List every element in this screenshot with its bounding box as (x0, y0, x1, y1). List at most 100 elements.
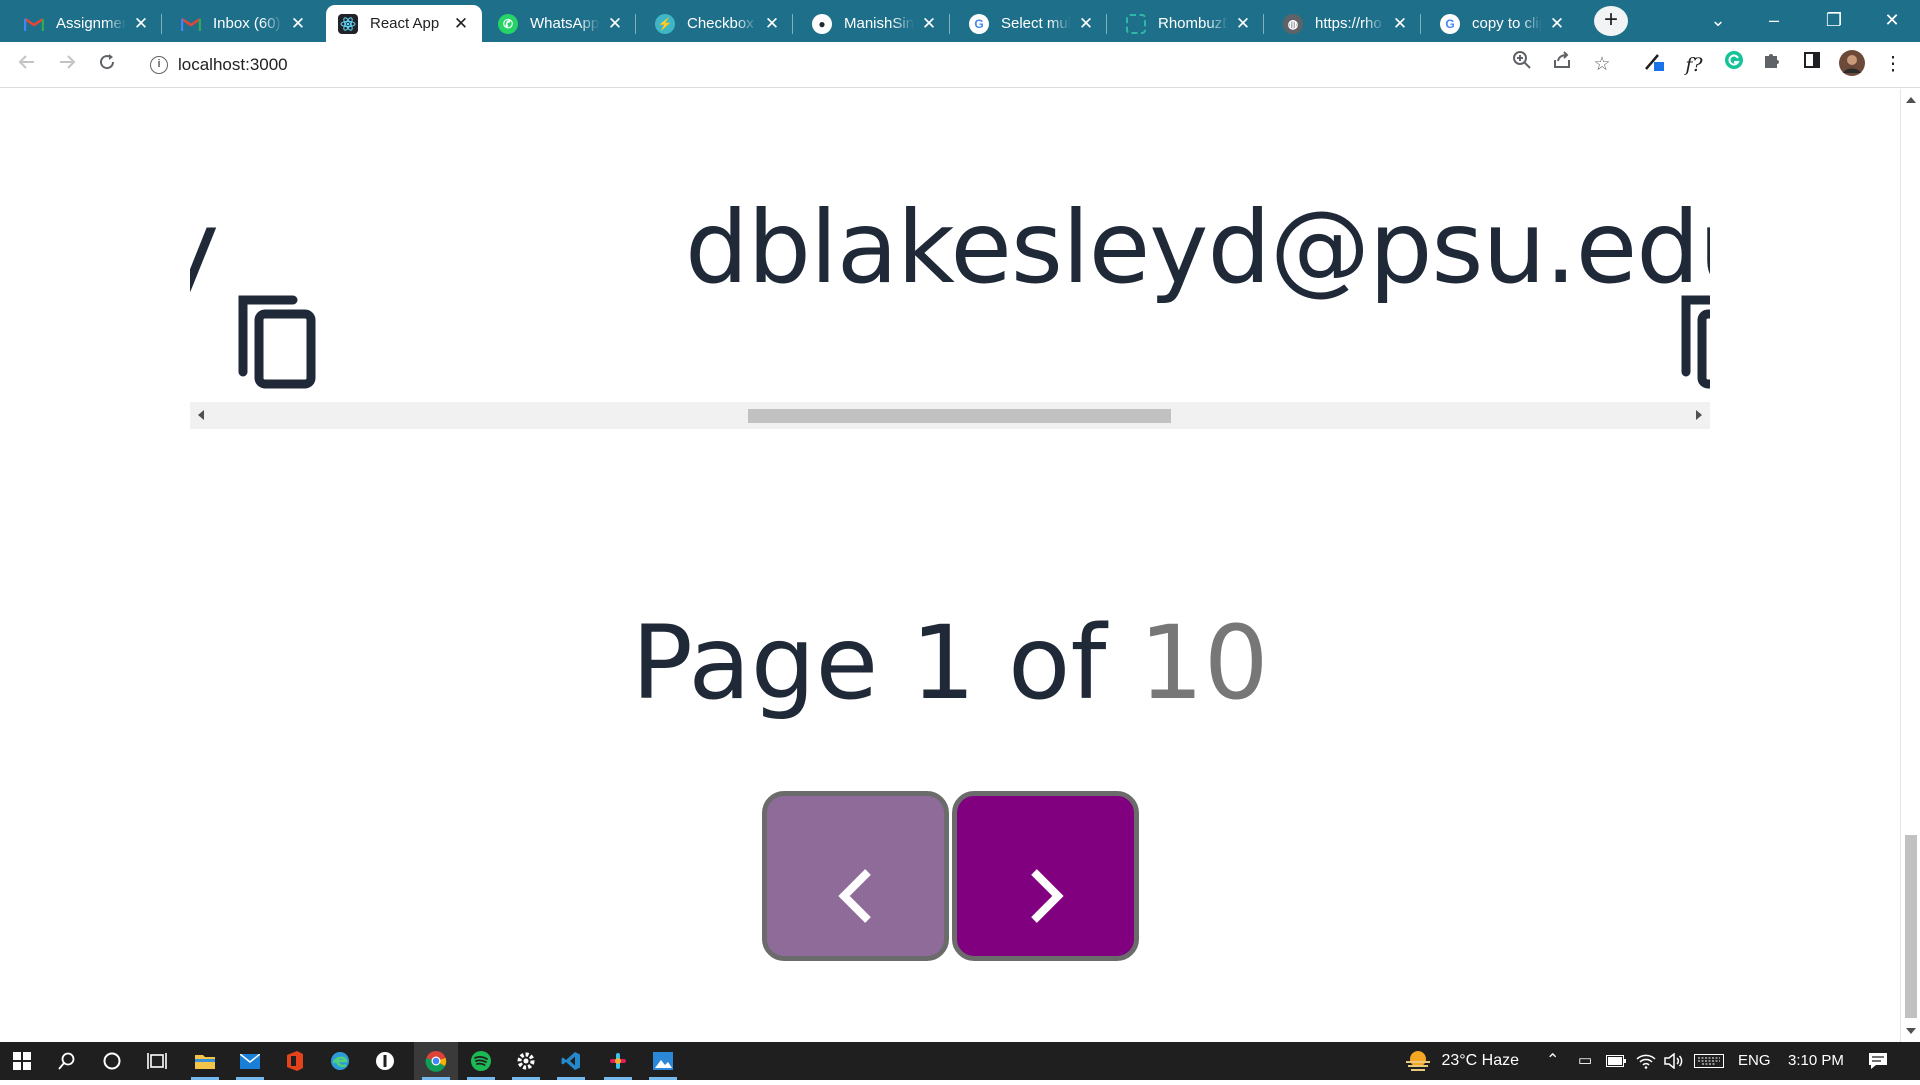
extensions-puzzle-icon[interactable] (1757, 50, 1787, 80)
close-icon[interactable]: ✕ (1077, 14, 1095, 34)
extension-pen-icon[interactable] (1639, 50, 1669, 80)
settings-gear-icon[interactable] (504, 1042, 548, 1080)
gmail-icon (181, 14, 201, 34)
reload-icon (100, 54, 115, 70)
tab-react-app[interactable]: React App ✕ (326, 5, 482, 42)
horizontal-scroll-thumb[interactable] (748, 409, 1171, 423)
close-icon[interactable]: ✕ (452, 14, 470, 34)
close-icon[interactable]: ✕ (763, 14, 781, 34)
close-icon[interactable]: ✕ (132, 14, 150, 34)
tab-select-multiple[interactable]: G Select mult ✕ (957, 5, 1107, 42)
address-bar[interactable]: i localhost:3000 (140, 48, 1535, 82)
browser-menu-icon[interactable]: ⋮ (1878, 50, 1908, 80)
vertical-scrollbar[interactable] (1900, 89, 1920, 1042)
close-icon[interactable]: ✕ (1391, 14, 1409, 34)
back-button[interactable] (12, 50, 42, 80)
arrow-left-icon (18, 55, 34, 69)
scroll-right-arrow-icon[interactable] (1696, 410, 1702, 420)
battery-icon[interactable] (1606, 1042, 1626, 1080)
windows-taskbar: 23°C Haze ⌃ ▭ ENG 3:10 PM (0, 1042, 1920, 1080)
page-indicator-label: Page 1 of (631, 604, 1107, 723)
chevron-right-icon (1030, 869, 1064, 923)
google-icon: G (969, 13, 989, 34)
browser-toolbar: i localhost:3000 ☆ f? ⋮ (0, 42, 1920, 88)
app-icon[interactable] (363, 1042, 407, 1080)
close-icon[interactable]: ✕ (1234, 14, 1252, 34)
tab-checkbox[interactable]: ⚡ Checkbox - ✕ (643, 5, 793, 42)
previous-page-button[interactable] (762, 791, 949, 961)
tab-github[interactable]: ● ManishSing ✕ (800, 5, 950, 42)
google-icon: G (1440, 13, 1460, 34)
tab-inbox[interactable]: Inbox (60) - ✕ (169, 5, 319, 42)
weather-text: 23°C Haze (1441, 1052, 1519, 1069)
tab-whatsapp[interactable]: ✆ WhatsApp ✕ (486, 5, 636, 42)
formula-extension-icon[interactable]: f? (1679, 50, 1709, 80)
scroll-down-arrow-icon[interactable] (1906, 1028, 1916, 1034)
bookmark-star-icon[interactable]: ☆ (1587, 50, 1617, 80)
tab-title: copy to clip (1472, 15, 1542, 32)
browser-tab-strip: Assignment ✕ Inbox (60) - ✕ React App ✕ … (0, 0, 1920, 42)
avatar[interactable] (1837, 50, 1867, 80)
horizontal-scrollbar[interactable] (190, 402, 1710, 429)
copy-icon[interactable] (1680, 292, 1710, 395)
reload-button[interactable] (92, 50, 122, 80)
photos-icon[interactable] (641, 1042, 685, 1080)
zoom-icon[interactable] (1507, 50, 1537, 80)
close-window-button[interactable]: ✕ (1864, 0, 1920, 42)
globe-icon: ◍ (1283, 13, 1303, 34)
vertical-scroll-thumb[interactable] (1905, 835, 1917, 1018)
next-page-button[interactable] (952, 791, 1139, 961)
bolt-icon: ⚡ (655, 13, 675, 34)
windows-start-icon[interactable] (0, 1042, 44, 1080)
tab-copy-to-clipboard[interactable]: G copy to clip ✕ (1428, 5, 1578, 42)
meet-now-icon[interactable]: ▭ (1578, 1042, 1592, 1080)
scroll-up-arrow-icon[interactable] (1906, 97, 1916, 103)
file-explorer-icon[interactable] (183, 1042, 227, 1080)
info-icon[interactable]: i (150, 56, 168, 74)
close-icon[interactable]: ✕ (606, 14, 624, 34)
language-indicator[interactable]: ENG (1738, 1042, 1771, 1080)
chrome-icon[interactable] (414, 1042, 458, 1080)
spotify-icon[interactable] (459, 1042, 503, 1080)
wifi-icon[interactable] (1636, 1042, 1656, 1080)
volume-icon[interactable] (1664, 1042, 1684, 1080)
edge-icon[interactable] (318, 1042, 362, 1080)
tab-title: React App (370, 15, 440, 32)
cortana-icon[interactable] (90, 1042, 134, 1080)
side-panel-icon[interactable] (1797, 50, 1827, 80)
close-icon[interactable]: ✕ (289, 14, 307, 34)
grammarly-icon[interactable] (1719, 50, 1749, 80)
forward-button[interactable] (52, 50, 82, 80)
vscode-icon[interactable] (549, 1042, 593, 1080)
tab-url[interactable]: ◍ https://rho ✕ (1271, 5, 1421, 42)
task-view-icon[interactable] (135, 1042, 179, 1080)
slack-icon[interactable] (596, 1042, 640, 1080)
haze-sun-icon (1406, 1050, 1430, 1071)
close-icon[interactable]: ✕ (920, 14, 938, 34)
tab-separator (161, 14, 162, 34)
copy-icon[interactable] (237, 292, 319, 395)
clock[interactable]: 3:10 PM (1788, 1042, 1844, 1080)
new-tab-button[interactable]: + (1594, 6, 1628, 36)
restore-button[interactable]: ❐ (1806, 0, 1862, 42)
office-icon[interactable] (273, 1042, 317, 1080)
close-icon[interactable]: ✕ (1548, 14, 1566, 34)
tab-title: WhatsApp (530, 15, 600, 32)
mail-icon[interactable] (228, 1042, 272, 1080)
notifications-icon[interactable] (1868, 1042, 1888, 1080)
chevron-up-icon[interactable]: ⌃ (1546, 1042, 1559, 1080)
search-icon[interactable] (45, 1042, 89, 1080)
tab-separator (1263, 14, 1264, 34)
github-icon: ● (812, 13, 832, 34)
keyboard-icon[interactable] (1694, 1042, 1724, 1080)
tab-assignment[interactable]: Assignment ✕ (12, 5, 162, 42)
tab-title: Assignment (56, 15, 126, 32)
tab-rhombuz[interactable]: RhombuzD ✕ (1114, 5, 1264, 42)
chevron-left-icon (837, 869, 871, 923)
tab-search-chevron-icon[interactable]: ⌄ (1690, 0, 1746, 42)
scroll-left-arrow-icon[interactable] (198, 410, 204, 420)
weather-widget[interactable]: 23°C Haze (1405, 1042, 1519, 1080)
minimize-button[interactable]: – (1746, 0, 1802, 42)
share-icon[interactable] (1547, 50, 1577, 80)
tab-title: Inbox (60) - (213, 15, 283, 32)
